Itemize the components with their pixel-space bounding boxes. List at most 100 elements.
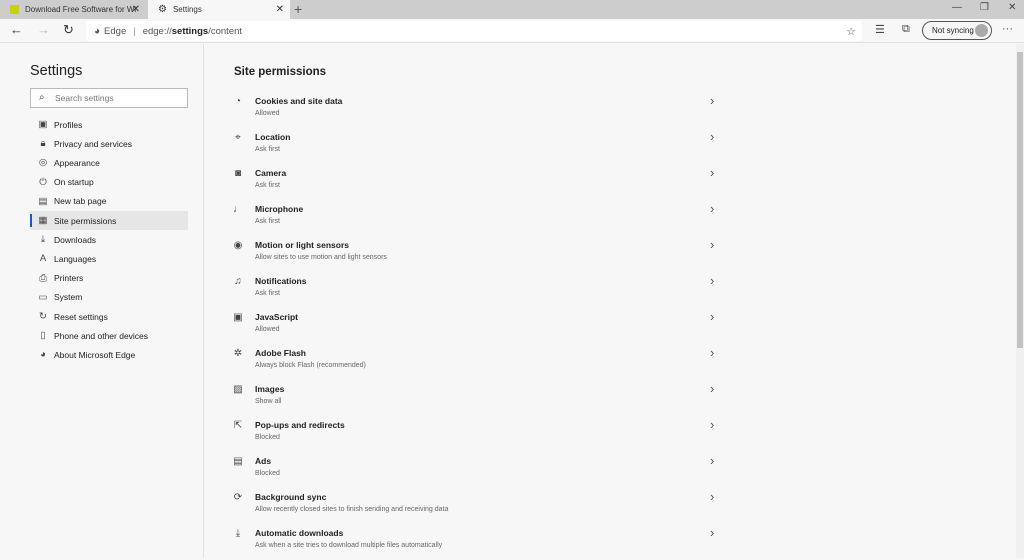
- sidebar-item-label: Downloads: [54, 234, 97, 245]
- permission-notifications[interactable]: ♫ Notifications Ask first ›: [232, 273, 722, 308]
- site-favicon: [10, 5, 19, 14]
- permission-microphone[interactable]: ♩ Microphone Ask first ›: [232, 201, 722, 236]
- camera-icon: ◙: [234, 168, 242, 179]
- gear-icon: ⚙: [158, 4, 167, 15]
- settings-sidebar: Settings ⌕ Search settings ▣ Profiles 🔒︎ Pr…: [0, 44, 204, 558]
- permission-background-sync[interactable]: ⟳ Background sync Allow recently closed si…: [232, 489, 722, 524]
- sidebar-item-label: Printers: [54, 273, 84, 284]
- close-tab-icon[interactable]: ✕: [132, 4, 140, 15]
- refresh-button[interactable]: ↻: [63, 22, 74, 38]
- sync-label: Not syncing: [932, 26, 974, 35]
- permission-images[interactable]: ▨ Images Show all ›: [232, 381, 722, 416]
- tab-label: Download Free Software for Wi: [25, 5, 137, 14]
- newtab-icon: ▤: [38, 195, 48, 207]
- close-tab-icon[interactable]: ✕: [276, 4, 284, 15]
- permission-adobe-flash[interactable]: ✲ Adobe Flash Always block Flash (recommen…: [232, 345, 722, 380]
- sidebar-item-phone-and-other-devices[interactable]: ▯ Phone and other devices: [30, 326, 188, 345]
- url-host: settings: [171, 25, 209, 37]
- forward-button[interactable]: →: [37, 22, 50, 37]
- permission-status: Show all: [255, 398, 282, 405]
- permission-ads[interactable]: ▤ Ads Blocked ›: [232, 453, 722, 488]
- permission-status: Ask first: [255, 182, 280, 189]
- sidebar-item-languages[interactable]: A Languages: [30, 249, 188, 268]
- scrollbar[interactable]: [1016, 44, 1024, 558]
- address-toolbar: ← → ↻ ◕ Edge | edge://settings/content ☆…: [0, 19, 1024, 43]
- permission-label: Cookies and site data: [255, 96, 343, 106]
- tab-label: Settings: [172, 5, 202, 14]
- sidebar-item-about-microsoft-edge[interactable]: ◕ About Microsoft Edge: [30, 345, 188, 364]
- search-icon: ⌕: [39, 92, 45, 103]
- close-window-button[interactable]: ✕: [1008, 2, 1016, 13]
- search-input[interactable]: ⌕ Search settings: [30, 88, 188, 108]
- chevron-right-icon: ›: [710, 237, 715, 252]
- lock-icon: 🔒︎: [40, 138, 46, 150]
- new-tab-button[interactable]: +: [294, 1, 302, 17]
- sidebar-item-profiles[interactable]: ▣ Profiles: [30, 115, 188, 134]
- permission-label: Ads: [255, 456, 272, 466]
- chevron-right-icon: ›: [710, 525, 715, 540]
- permission-motion-or-light-sensors[interactable]: ◉ Motion or light sensors Allow sites to u…: [232, 237, 722, 272]
- sync-icon: ⟳: [233, 492, 243, 503]
- tab-download-software[interactable]: Download Free Software for Wi ✕: [0, 0, 146, 19]
- download-icon: ⤓: [40, 234, 46, 246]
- permission-status: Ask first: [255, 218, 280, 225]
- chevron-right-icon: ›: [710, 129, 715, 144]
- chevron-right-icon: ›: [710, 201, 715, 216]
- sidebar-item-site-permissions[interactable]: ▦ Site permissions: [30, 211, 188, 230]
- site-permissions-icon: ▦: [38, 215, 48, 226]
- bell-icon: ♫: [234, 276, 242, 287]
- download-icon: ⤓: [235, 528, 241, 539]
- permission-automatic-downloads[interactable]: ⤓ Automatic downloads Ask when a site trie…: [232, 525, 722, 560]
- sidebar-item-system[interactable]: ▭ System: [30, 288, 188, 307]
- sidebar-item-new-tab-page[interactable]: ▤ New tab page: [30, 192, 188, 211]
- chevron-right-icon: ›: [710, 453, 715, 468]
- permission-label: Images: [255, 384, 285, 394]
- permission-label: Location: [255, 132, 291, 142]
- permission-label: Motion or light sensors: [255, 240, 349, 250]
- permission-camera[interactable]: ◙ Camera Ask first ›: [232, 165, 722, 200]
- languages-icon: A: [39, 253, 47, 265]
- sidebar-item-printers[interactable]: ⎙ Printers: [30, 269, 188, 288]
- tab-settings[interactable]: ⚙ Settings ✕: [148, 0, 290, 19]
- collections-icon[interactable]: ⧉: [902, 23, 910, 36]
- permission-status: Ask when a site tries to download multip…: [255, 542, 443, 549]
- scrollbar-thumb[interactable]: [1017, 52, 1023, 348]
- permission-label: Microphone: [255, 204, 304, 214]
- star-icon[interactable]: ☆: [846, 25, 856, 38]
- permission-location[interactable]: ⌖ Location Ask first ›: [232, 129, 722, 164]
- sidebar-item-label: Site permissions: [54, 215, 117, 226]
- sidebar-item-label: Profiles: [54, 119, 83, 130]
- back-button[interactable]: ←: [10, 22, 23, 37]
- favorites-icon[interactable]: ☰: [875, 23, 885, 36]
- restore-button[interactable]: ❐: [980, 2, 989, 13]
- site-permissions-panel: Site permissions ◔ Cookies and site data A…: [204, 44, 1016, 558]
- chevron-right-icon: ›: [710, 273, 715, 288]
- more-menu-icon[interactable]: ···: [1002, 23, 1013, 35]
- chevron-right-icon: ›: [710, 309, 715, 324]
- sidebar-item-label: System: [54, 292, 83, 303]
- permission-label: Notifications: [255, 276, 307, 286]
- sidebar-item-downloads[interactable]: ⤓ Downloads: [30, 230, 188, 249]
- permission-status: Allowed: [255, 110, 280, 117]
- sidebar-item-appearance[interactable]: ◎ Appearance: [30, 153, 188, 172]
- sidebar-item-label: Privacy and services: [54, 138, 132, 149]
- profile-sync-button[interactable]: Not syncing: [922, 21, 992, 40]
- sidebar-item-label: Phone and other devices: [54, 330, 149, 341]
- microphone-icon: ♩: [233, 204, 243, 215]
- permission-cookies-and-site-data[interactable]: ◔ Cookies and site data Allowed ›: [232, 93, 722, 128]
- sidebar-item-on-startup[interactable]: ⏻ On startup: [30, 173, 188, 192]
- chevron-right-icon: ›: [710, 489, 715, 504]
- address-bar[interactable]: ◕ Edge | edge://settings/content ☆: [86, 21, 862, 41]
- minimize-button[interactable]: —: [952, 2, 962, 13]
- permission-status: Allowed: [255, 326, 280, 333]
- edge-icon: ◕: [94, 25, 101, 37]
- permission-pop-ups-and-redirects[interactable]: ⇱ Pop-ups and redirects Blocked ›: [232, 417, 722, 452]
- permission-status: Ask first: [255, 146, 280, 153]
- url-path: /content: [208, 25, 243, 37]
- sidebar-item-label: Reset settings: [54, 311, 108, 322]
- sidebar-item-reset-settings[interactable]: ↻ Reset settings: [30, 307, 188, 326]
- permission-javascript[interactable]: ▣ JavaScript Allowed ›: [232, 309, 722, 344]
- chevron-right-icon: ›: [710, 345, 715, 360]
- sidebar-item-privacy-and-services[interactable]: 🔒︎ Privacy and services: [30, 134, 188, 153]
- url-prefix: edge://: [142, 25, 172, 37]
